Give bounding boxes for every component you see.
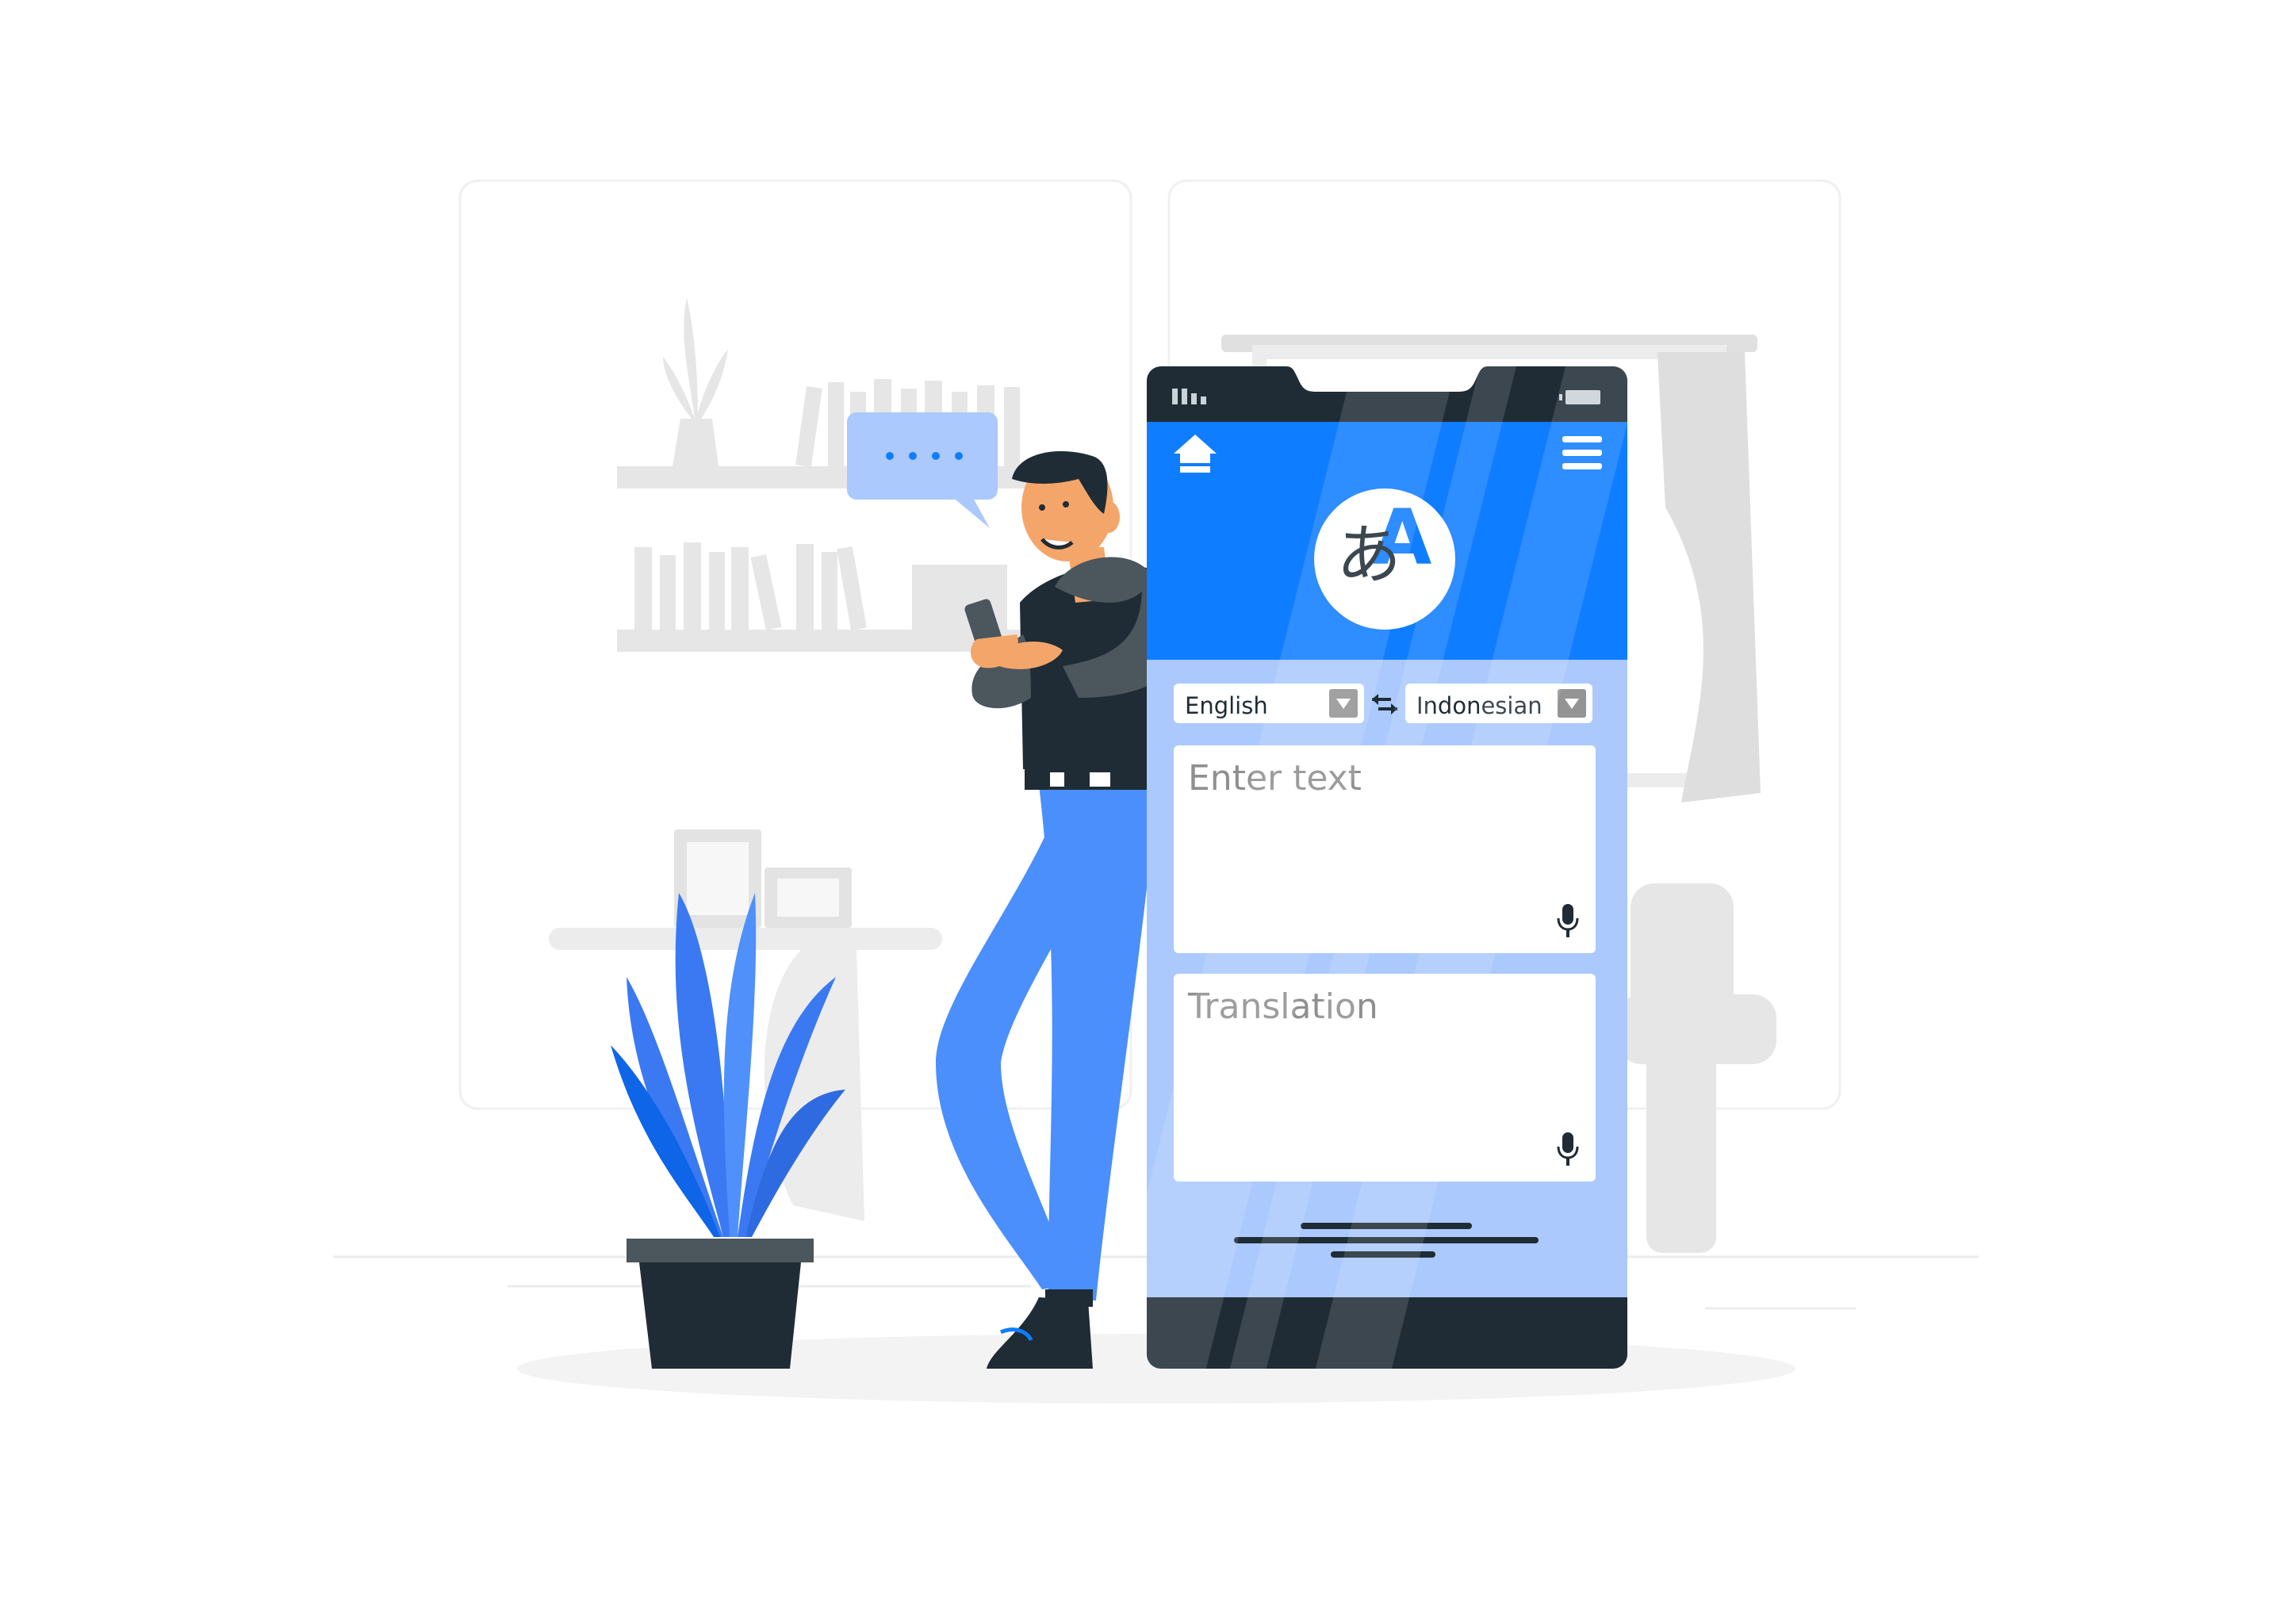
logo-japanese-letter: あ	[1336, 518, 1402, 593]
source-text-placeholder: Enter text	[1188, 758, 1362, 799]
hamburger-menu-icon[interactable]	[1561, 435, 1604, 471]
microphone-icon[interactable]	[1556, 1131, 1580, 1167]
swap-arrows-icon[interactable]	[1369, 691, 1401, 717]
target-language-label: Indonesian	[1416, 692, 1542, 719]
speech-bubble	[847, 412, 998, 528]
chevron-down-icon[interactable]	[1558, 689, 1586, 718]
background-illustration	[333, 179, 1979, 1404]
armchair	[1618, 883, 1776, 1253]
decorative-lines	[1234, 1223, 1539, 1258]
phone-notch	[1147, 366, 1627, 392]
illustration-scene: A あ English Indonesian Enter text Transl…	[0, 0, 2284, 1624]
home-icon[interactable]	[1171, 431, 1220, 476]
translate-icon: A あ	[1314, 488, 1455, 630]
source-text-input[interactable]: Enter text	[1174, 745, 1596, 953]
phone-bottom-bar	[1147, 1297, 1627, 1369]
chevron-down-icon[interactable]	[1329, 689, 1358, 718]
microphone-icon[interactable]	[1556, 902, 1580, 939]
source-language-select[interactable]: English	[1174, 684, 1364, 723]
translation-output[interactable]: Translation	[1174, 974, 1596, 1182]
app-header: A あ	[1147, 422, 1627, 660]
translation-placeholder: Translation	[1188, 986, 1378, 1027]
phone-frame: A あ English Indonesian Enter text Transl…	[1147, 366, 1627, 1369]
source-language-label: English	[1185, 692, 1268, 719]
target-language-select[interactable]: Indonesian	[1405, 684, 1592, 723]
